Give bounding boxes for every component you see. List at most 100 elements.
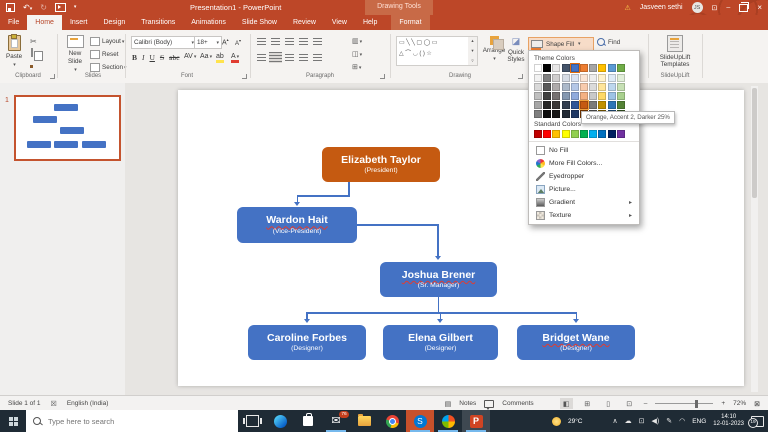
display-settings-icon[interactable]: ⊡ bbox=[712, 4, 718, 12]
fill-menu-item-texture[interactable]: Texture▸ bbox=[534, 209, 634, 222]
customize-qat-icon[interactable]: ▾ bbox=[74, 5, 77, 10]
comments-button[interactable]: Comments bbox=[502, 400, 533, 407]
reset-button[interactable]: Reset bbox=[90, 50, 118, 59]
taskbar-app-chrome[interactable] bbox=[378, 410, 406, 432]
zoom-in-button[interactable]: + bbox=[721, 400, 725, 407]
shapes-gallery-scroll[interactable]: ▴▾▿ bbox=[468, 36, 478, 66]
theme-color-swatch[interactable] bbox=[571, 64, 579, 72]
align-right-icon[interactable] bbox=[285, 54, 294, 61]
variant-color-swatch[interactable] bbox=[543, 92, 551, 100]
minimize-button[interactable]: – bbox=[726, 4, 730, 11]
text-direction-icon[interactable]: ▥▾ bbox=[352, 37, 362, 45]
variant-color-swatch[interactable] bbox=[571, 92, 579, 100]
layout-button[interactable]: Layout▾ bbox=[90, 37, 124, 46]
variant-color-swatch[interactable] bbox=[617, 101, 625, 109]
fill-menu-item-gradient[interactable]: Gradient▸ bbox=[534, 196, 634, 209]
org-node-designer-1[interactable]: Caroline Forbes (Designer) bbox=[248, 325, 366, 360]
taskbar-app-task-view[interactable] bbox=[238, 410, 266, 432]
font-effect-abc[interactable]: abc bbox=[169, 53, 179, 62]
increase-indent-icon[interactable] bbox=[299, 38, 308, 45]
variant-color-swatch[interactable] bbox=[608, 92, 616, 100]
slideshow-view-button[interactable]: ⊡ bbox=[623, 398, 636, 409]
language-indicator[interactable]: English (India) bbox=[67, 400, 109, 407]
tab-insert[interactable]: Insert bbox=[62, 15, 96, 30]
variant-color-swatch[interactable] bbox=[552, 83, 560, 91]
reading-view-button[interactable]: ▯ bbox=[602, 398, 615, 409]
fill-menu-item-more-fill-colors[interactable]: More Fill Colors... bbox=[534, 157, 634, 170]
tab-help[interactable]: Help bbox=[355, 15, 385, 30]
font-dialog-launcher[interactable] bbox=[242, 74, 247, 79]
variant-color-swatch[interactable] bbox=[598, 74, 606, 82]
temperature[interactable]: 29°C bbox=[568, 418, 583, 425]
variant-color-swatch[interactable] bbox=[534, 101, 542, 109]
font-size-combo[interactable]: 18+▾ bbox=[194, 36, 222, 49]
standard-color-swatch[interactable] bbox=[534, 130, 542, 138]
variant-color-swatch[interactable] bbox=[580, 101, 588, 109]
theme-color-swatch[interactable] bbox=[580, 64, 588, 72]
taskbar-app-powerpoint[interactable] bbox=[462, 410, 490, 432]
pen-icon[interactable]: ✎ bbox=[666, 418, 672, 425]
standard-color-swatch[interactable] bbox=[598, 130, 606, 138]
taskbar-app-store[interactable] bbox=[294, 410, 322, 432]
variant-color-swatch[interactable] bbox=[552, 110, 560, 118]
variant-color-swatch[interactable] bbox=[552, 101, 560, 109]
section-button[interactable]: Section▾ bbox=[90, 63, 127, 72]
bullets-icon[interactable] bbox=[257, 38, 266, 45]
paste-button[interactable]: Paste ▾ bbox=[6, 35, 22, 68]
repeat-icon[interactable]: ↻ bbox=[40, 4, 47, 12]
tab-view[interactable]: View bbox=[324, 15, 355, 30]
paragraph-dialog-launcher[interactable] bbox=[380, 74, 385, 79]
standard-color-swatch[interactable] bbox=[617, 130, 625, 138]
text-highlight-icon[interactable]: ab bbox=[216, 53, 224, 63]
font-effect-s[interactable]: S bbox=[160, 53, 164, 62]
theme-color-swatch[interactable] bbox=[552, 64, 560, 72]
restore-button[interactable] bbox=[739, 4, 748, 12]
save-icon[interactable] bbox=[6, 3, 15, 12]
standard-color-swatch[interactable] bbox=[580, 130, 588, 138]
variant-color-swatch[interactable] bbox=[571, 83, 579, 91]
zoom-out-button[interactable]: – bbox=[644, 400, 648, 407]
slide-canvas[interactable]: Elizabeth Taylor (President) Wardon Hait… bbox=[178, 90, 744, 386]
variant-color-swatch[interactable] bbox=[617, 83, 625, 91]
variant-color-swatch[interactable] bbox=[580, 83, 588, 91]
theme-color-swatch[interactable] bbox=[543, 64, 551, 72]
variant-color-swatch[interactable] bbox=[562, 74, 570, 82]
quick-styles-button[interactable]: ◪ Quick Styles bbox=[505, 36, 527, 63]
taskbar-search[interactable] bbox=[26, 410, 238, 432]
shapes-gallery[interactable]: ▭╲╲▢◯▭△⌒◡()☆ bbox=[396, 36, 474, 66]
standard-color-swatch[interactable] bbox=[552, 130, 560, 138]
variant-color-swatch[interactable] bbox=[580, 92, 588, 100]
variant-color-swatch[interactable] bbox=[617, 74, 625, 82]
variant-color-swatch[interactable] bbox=[543, 83, 551, 91]
increase-font-size-icon[interactable]: A▴ bbox=[222, 37, 229, 46]
theme-color-swatch[interactable] bbox=[608, 64, 616, 72]
tab-transitions[interactable]: Transitions bbox=[133, 15, 183, 30]
line-spacing-icon[interactable] bbox=[313, 38, 322, 45]
copy-icon[interactable] bbox=[31, 49, 33, 56]
warning-icon[interactable]: ⚠ bbox=[624, 4, 630, 12]
variant-color-swatch[interactable] bbox=[589, 83, 597, 91]
justify-icon[interactable] bbox=[299, 54, 308, 61]
zoom-slider-handle[interactable] bbox=[695, 400, 698, 408]
weather-icon[interactable] bbox=[552, 417, 561, 426]
new-slide-button[interactable]: New Slide ▾ bbox=[62, 35, 88, 73]
character-spacing-icon[interactable]: AV▾ bbox=[184, 53, 196, 60]
org-node-president[interactable]: Elizabeth Taylor (President) bbox=[322, 147, 440, 182]
tab-file[interactable]: File bbox=[0, 15, 27, 30]
normal-view-button[interactable]: ◧ bbox=[560, 398, 573, 409]
slide-sorter-view-button[interactable]: ⊞ bbox=[581, 398, 594, 409]
theme-color-swatch[interactable] bbox=[534, 64, 542, 72]
variant-color-swatch[interactable] bbox=[598, 101, 606, 109]
cut-icon[interactable]: ✂ bbox=[30, 37, 37, 46]
display-icon[interactable]: ⊡ bbox=[639, 418, 645, 425]
variant-color-swatch[interactable] bbox=[543, 101, 551, 109]
theme-color-swatch[interactable] bbox=[562, 64, 570, 72]
vertical-scrollbar[interactable] bbox=[751, 86, 758, 392]
search-input[interactable] bbox=[46, 416, 231, 427]
variant-color-swatch[interactable] bbox=[534, 92, 542, 100]
variant-color-swatch[interactable] bbox=[534, 83, 542, 91]
decrease-font-size-icon[interactable]: A▾ bbox=[235, 38, 241, 47]
variant-color-swatch[interactable] bbox=[534, 74, 542, 82]
arrange-button[interactable]: Arrange ▾ bbox=[482, 36, 506, 62]
standard-color-swatch[interactable] bbox=[571, 130, 579, 138]
